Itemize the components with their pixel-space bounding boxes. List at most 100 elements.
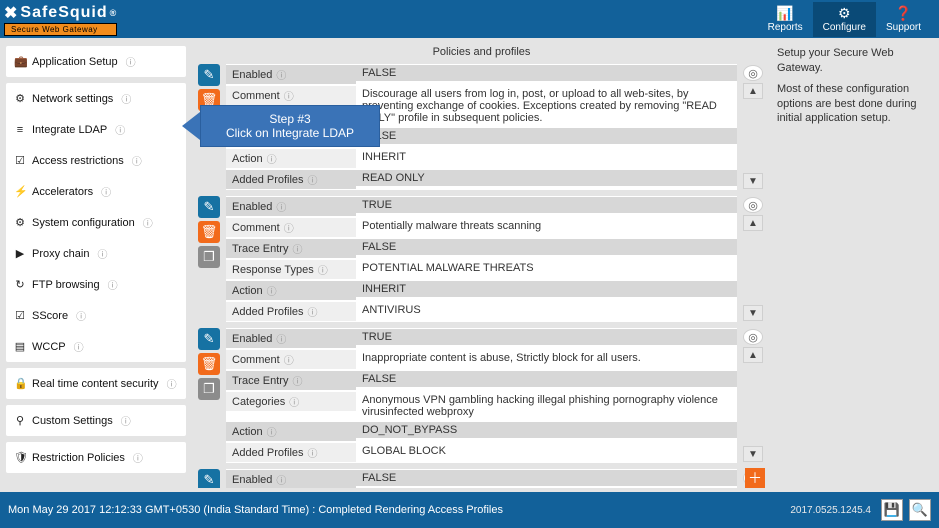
move-up-button[interactable]: ▲ xyxy=(743,215,763,231)
policy-row-label: Actionⓘ xyxy=(226,281,356,300)
info-icon: ⓘ xyxy=(74,339,84,354)
sidebar-item-label: Restriction Policies xyxy=(32,452,125,464)
policy-row: CommentⓘInappropriate content is abuse, … xyxy=(226,349,737,370)
info-icon: ⓘ xyxy=(115,122,125,137)
search-button[interactable]: 🔍 xyxy=(909,499,931,521)
info-icon: ⓘ xyxy=(167,376,177,391)
policy-row-value: INHERIT xyxy=(356,281,737,297)
info-icon: ⓘ xyxy=(267,283,277,298)
move-up-button[interactable]: ▲ xyxy=(743,83,763,99)
policy-card: ✎🗑❐EnabledⓘTRUECommentⓘPotentially malwa… xyxy=(198,196,765,322)
info-icon: ⓘ xyxy=(276,472,286,487)
sidebar-restriction-policies[interactable]: 🛡 Restriction Policies ⓘ xyxy=(6,442,186,473)
topnav-label: Configure xyxy=(823,22,866,33)
sidebar-item-network-settings[interactable]: ⚙ Network settings ⓘ xyxy=(6,83,186,114)
sidebar-app-setup[interactable]: 💼 Application Setup ⓘ xyxy=(6,46,186,77)
topnav-configure[interactable]: ⚙ Configure xyxy=(813,2,876,37)
move-down-button[interactable]: ▼ xyxy=(743,173,763,189)
policy-row-label: Commentⓘ xyxy=(226,350,356,369)
target-icon[interactable]: ◎ xyxy=(743,197,763,213)
sidebar-item-label: WCCP xyxy=(32,341,66,353)
policy-row-label: Added Profilesⓘ xyxy=(226,443,356,462)
target-icon[interactable]: ◎ xyxy=(743,65,763,81)
brand-logo: ✖ SafeSquid® Secure Web Gateway xyxy=(4,3,117,36)
save-config-button[interactable]: 💾 xyxy=(881,499,903,521)
edit-button[interactable]: ✎ xyxy=(198,64,220,86)
add-policy-button[interactable]: ＋ xyxy=(745,468,765,488)
callout-text: Click on Integrate LDAP xyxy=(217,126,363,140)
status-bar: Mon May 29 2017 12:12:33 GMT+0530 (India… xyxy=(0,492,939,528)
configure-icon: ⚙ xyxy=(823,6,866,20)
policy-row: Added ProfilesⓘANTIVIRUS xyxy=(226,301,737,322)
edit-button[interactable]: ✎ xyxy=(198,196,220,218)
check-icon: ☑ xyxy=(14,154,26,167)
topnav-support[interactable]: ❓ Support xyxy=(876,2,931,37)
sidebar-item-ftp-browsing[interactable]: ↻ FTP browsing ⓘ xyxy=(6,269,186,300)
sidebar-item-wccp[interactable]: ▤ WCCP ⓘ xyxy=(6,331,186,362)
sidebar-item-accelerators[interactable]: ⚡ Accelerators ⓘ xyxy=(6,176,186,207)
info-icon: ⓘ xyxy=(267,424,277,439)
info-icon: ⓘ xyxy=(121,413,131,428)
policy-row-label: Actionⓘ xyxy=(226,149,356,168)
sidebar-item-proxy-chain[interactable]: ▶ Proxy chain ⓘ xyxy=(6,238,186,269)
brand-subtitle: Secure Web Gateway xyxy=(4,23,117,36)
sidebar-item-sscore[interactable]: ☑ SScore ⓘ xyxy=(6,300,186,331)
delete-button[interactable]: 🗑 xyxy=(198,221,220,243)
policy-row-value: READ ONLY xyxy=(356,170,737,186)
policy-row: Response TypesⓘPOTENTIAL MALWARE THREATS xyxy=(226,259,737,280)
top-bar: ✖ SafeSquid® Secure Web Gateway 📊 Report… xyxy=(0,0,939,38)
sidebar-item-label: System configuration xyxy=(32,217,135,229)
arrow-right-icon: ▶ xyxy=(14,247,26,260)
sidebar-item-system-configuration[interactable]: ⚙ System configuration ⓘ xyxy=(6,207,186,238)
policy-row-value: TRUE xyxy=(356,329,737,345)
clone-button[interactable]: ❐ xyxy=(198,246,220,268)
brand-glyph-icon: ✖ xyxy=(4,3,18,23)
info-icon: ⓘ xyxy=(308,304,318,319)
sidebar-item-integrate-ldap[interactable]: ≡ Integrate LDAP ⓘ xyxy=(6,114,186,145)
policy-row-value: Inappropriate content is abuse, Strictly… xyxy=(356,350,737,366)
sidebar-item-access-restrictions[interactable]: ☑ Access restrictions ⓘ xyxy=(6,145,186,176)
reports-icon: 📊 xyxy=(768,6,803,20)
policy-row-label: Enabledⓘ xyxy=(226,197,356,216)
clone-button[interactable]: ❐ xyxy=(198,378,220,400)
info-icon: ⓘ xyxy=(126,54,136,69)
right-info-text: Setup your Secure Web Gateway. xyxy=(777,46,929,76)
policy-row-value: INHERIT xyxy=(356,149,737,165)
policy-row-value: Discourage all users from log in, post, … xyxy=(356,86,737,126)
briefcase-icon: 💼 xyxy=(14,55,26,68)
edit-button[interactable]: ✎ xyxy=(198,328,220,350)
topnav-reports[interactable]: 📊 Reports xyxy=(758,2,813,37)
topnav-label: Reports xyxy=(768,22,803,33)
policy-row: EnabledⓘFALSE xyxy=(226,64,737,85)
sidebar-realtime-content-security[interactable]: 🔒 Real time content security ⓘ xyxy=(6,368,186,399)
lock-icon: 🔒 xyxy=(14,377,26,390)
sidebar-item-label: FTP browsing xyxy=(32,279,100,291)
policy-row-value: FALSE xyxy=(356,239,737,255)
move-down-button[interactable]: ▼ xyxy=(743,446,763,462)
sidebar-item-label: Integrate LDAP xyxy=(32,124,107,136)
move-up-button[interactable]: ▲ xyxy=(743,347,763,363)
policy-row-value: DO_NOT_BYPASS xyxy=(356,422,737,438)
policy-row-value: FALSE xyxy=(356,371,737,387)
sidebar-custom-settings[interactable]: ⚲ Custom Settings ⓘ xyxy=(6,405,186,436)
policy-row-value: POTENTIAL MALWARE THREATS xyxy=(356,260,737,276)
policy-row-value: TRUE xyxy=(356,197,737,213)
policy-row-label: Added Profilesⓘ xyxy=(226,170,356,189)
move-down-button[interactable]: ▼ xyxy=(743,305,763,321)
info-icon: ⓘ xyxy=(318,262,328,277)
sidebar-item-label: Access restrictions xyxy=(32,155,124,167)
sidebar: 💼 Application Setup ⓘ ⚙ Network settings… xyxy=(0,38,192,492)
policy-row-value: GLOBAL BLOCK xyxy=(356,443,737,459)
brand-name: SafeSquid xyxy=(20,4,107,22)
info-icon: ⓘ xyxy=(292,241,302,256)
delete-button[interactable]: 🗑 xyxy=(198,353,220,375)
policy-reorder: ◎ ▲ ▼ xyxy=(743,64,765,190)
policy-row-value: FALSE xyxy=(356,470,737,486)
page-title: Policies and profiles xyxy=(198,42,765,64)
info-icon: ⓘ xyxy=(132,153,142,168)
target-icon[interactable]: ◎ xyxy=(743,329,763,345)
info-icon: ⓘ xyxy=(284,220,294,235)
policy-card: ✎🗑❐EnabledⓘTRUECommentⓘInappropriate con… xyxy=(198,328,765,463)
edit-button[interactable]: ✎ xyxy=(198,469,220,488)
brand: ✖ SafeSquid® Secure Web Gateway xyxy=(4,3,117,36)
